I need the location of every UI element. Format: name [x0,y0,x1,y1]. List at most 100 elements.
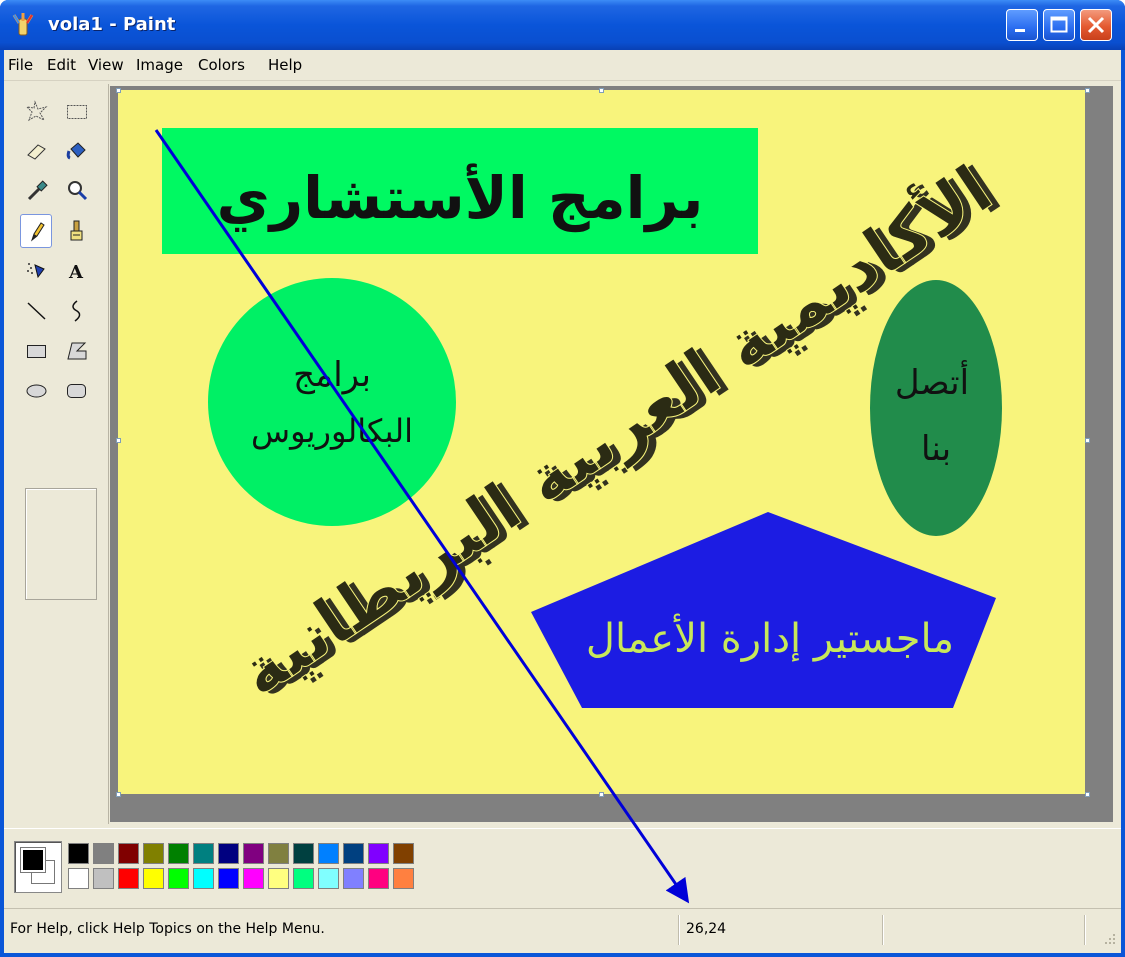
eraser-tool[interactable] [22,136,52,166]
svg-text:A: A [68,262,84,283]
select-tool[interactable] [62,96,92,126]
palette-swatch[interactable] [68,843,89,864]
status-divider [882,915,883,945]
paint-app-icon [12,13,34,36]
window-title: vola1 - Paint [48,14,176,35]
resize-handle-nw[interactable] [116,88,121,93]
line-icon [27,302,46,320]
menu-help[interactable]: Help [268,56,302,74]
banner-text: برامج الأستشاري [217,163,704,233]
ellipse-icon [26,384,47,398]
menu-file[interactable]: File [8,56,33,74]
menu-image[interactable]: Image [136,56,183,74]
resize-grip-icon[interactable] [1101,930,1117,946]
palette-swatch[interactable] [318,868,339,889]
pick-color-tool[interactable] [22,176,52,206]
fill-tool[interactable] [62,136,92,166]
palette-swatch[interactable] [343,868,364,889]
resize-handle-sw[interactable] [116,792,121,797]
contact-line1: أتصل [895,360,969,403]
polygon-icon [67,342,87,360]
menu-colors[interactable]: Colors [198,56,245,74]
palette-swatch[interactable] [293,868,314,889]
palette-swatch[interactable] [168,868,189,889]
bachelor-line2: البكالوريوس [251,412,413,450]
magnifier-icon [68,181,88,201]
brush-tool[interactable] [62,216,92,246]
palette-swatch[interactable] [343,843,364,864]
text-tool[interactable]: A [62,256,92,286]
maximize-icon [1050,16,1068,33]
palette-swatch[interactable] [393,868,414,889]
canvas-workspace: برامج الأستشاري برامج البكالوريوس أتصل ب… [110,86,1113,822]
menu-bar: File Edit View Image Colors Help [4,50,1121,81]
close-button[interactable] [1080,9,1112,41]
airbrush-tool[interactable] [22,256,52,286]
pencil-icon [30,222,45,242]
palette-swatch[interactable] [93,843,114,864]
client-area: File Edit View Image Colors Help A برامج… [4,50,1121,953]
palette-swatch[interactable] [218,868,239,889]
status-divider [678,915,679,945]
palette-swatch[interactable] [243,868,264,889]
menu-edit[interactable]: Edit [47,56,76,74]
palette-swatch[interactable] [368,843,389,864]
palette-swatch[interactable] [218,843,239,864]
brush-icon [70,220,83,241]
foreground-color-swatch[interactable] [20,847,46,873]
eraser-icon [27,144,46,160]
contact-line2: بنا [921,429,951,469]
status-divider [1084,915,1085,945]
minimize-button[interactable] [1006,9,1038,41]
rectangle-tool[interactable] [22,336,52,366]
palette-swatch[interactable] [268,843,289,864]
drawing-canvas[interactable]: برامج الأستشاري برامج البكالوريوس أتصل ب… [118,90,1085,794]
tool-options-box[interactable] [25,488,97,600]
menu-view[interactable]: View [88,56,124,74]
status-bar: For Help, click Help Topics on the Help … [4,908,1121,952]
palette-swatch[interactable] [243,843,264,864]
palette-swatch[interactable] [118,843,139,864]
palette-swatch[interactable] [293,843,314,864]
free-select-icon [25,100,48,122]
palette-swatch[interactable] [93,868,114,889]
line-tool[interactable] [22,296,52,326]
resize-handle-se[interactable] [1085,792,1090,797]
curve-tool[interactable] [62,296,92,326]
palette-swatch[interactable] [143,843,164,864]
mba-text: ماجستير إدارة الأعمال [586,613,954,662]
resize-handle-n[interactable] [599,88,604,93]
rounded-rectangle-tool[interactable] [62,376,92,406]
status-help-text: For Help, click Help Topics on the Help … [10,921,325,937]
free-form-select-tool[interactable] [22,96,52,126]
resize-handle-s[interactable] [599,792,604,797]
bachelor-line1: برامج [293,355,371,395]
palette-swatch[interactable] [368,868,389,889]
palette-swatch[interactable] [143,868,164,889]
resize-handle-e[interactable] [1085,438,1090,443]
current-colors[interactable] [14,841,62,893]
ellipse-tool[interactable] [22,376,52,406]
fill-bucket-icon [66,142,86,160]
toolbox: A [4,84,109,824]
mba-pentagon [531,512,996,708]
palette-swatch[interactable] [268,868,289,889]
title-bar[interactable]: vola1 - Paint [0,0,1125,50]
palette-swatch[interactable] [68,868,89,889]
minimize-icon [1015,29,1025,32]
palette-swatch[interactable] [318,843,339,864]
magnifier-tool[interactable] [62,176,92,206]
polygon-tool[interactable] [62,336,92,366]
palette-swatch[interactable] [118,868,139,889]
color-palette [4,828,1121,905]
rounded-rect-icon [67,384,86,398]
palette-swatch[interactable] [168,843,189,864]
maximize-button[interactable] [1043,9,1075,41]
close-icon [1087,16,1105,34]
pencil-tool[interactable] [20,214,52,248]
resize-handle-ne[interactable] [1085,88,1090,93]
resize-handle-w[interactable] [116,438,121,443]
palette-swatch[interactable] [193,843,214,864]
palette-swatch[interactable] [393,843,414,864]
palette-swatch[interactable] [193,868,214,889]
